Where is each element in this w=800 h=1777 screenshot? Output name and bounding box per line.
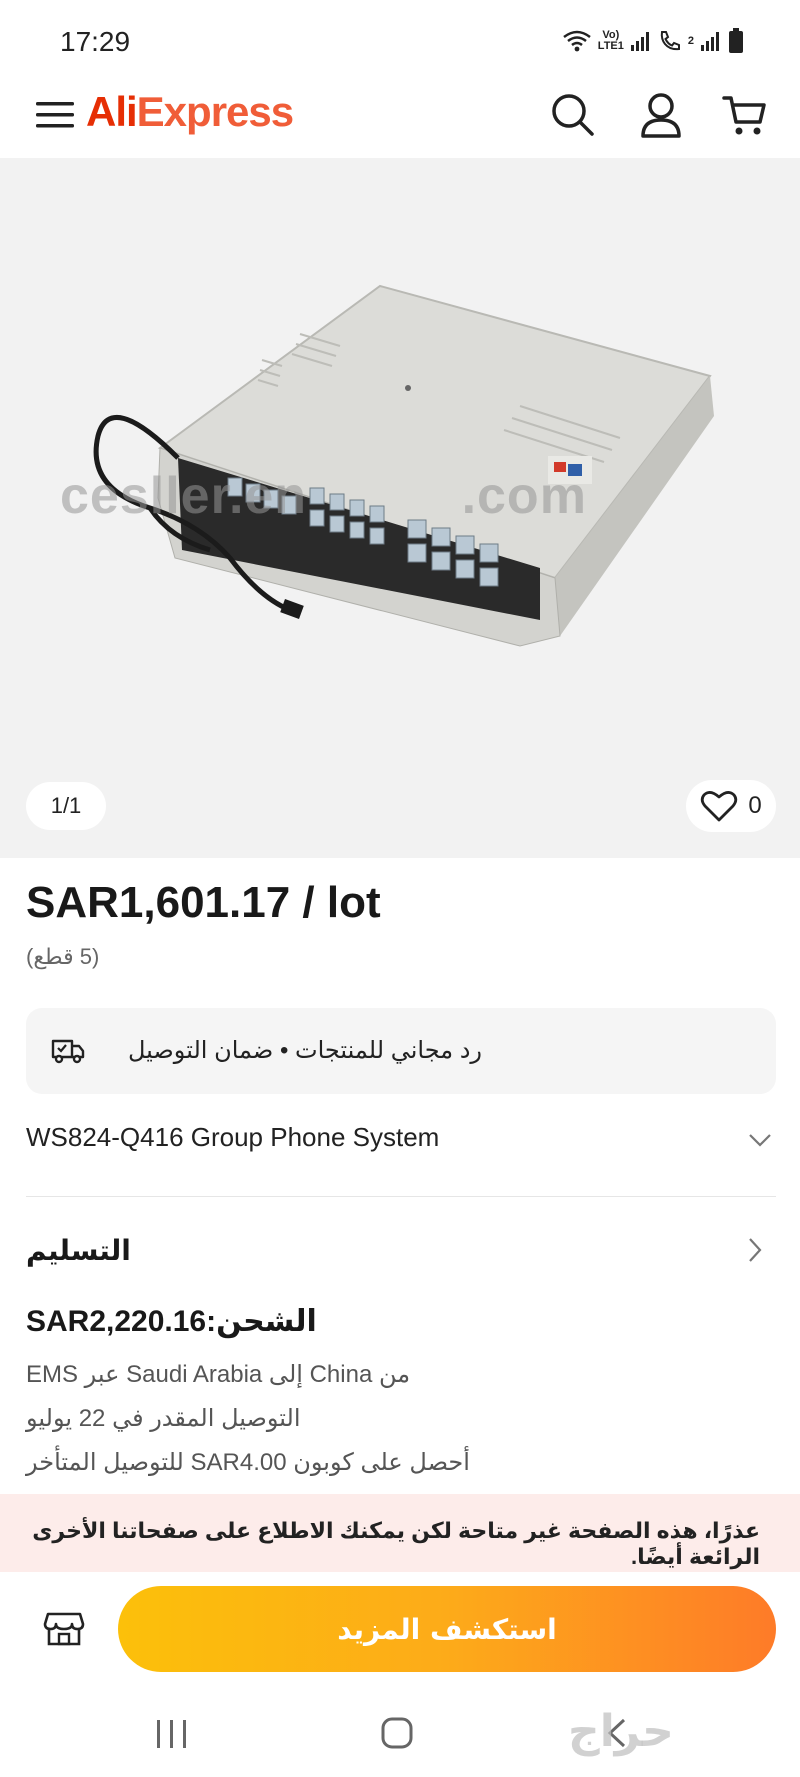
status-time: 17:29	[60, 26, 131, 57]
section-divider	[26, 1196, 776, 1197]
guarantee-text: رد مجاني للمنتجات • ضمان التوصيل	[128, 1037, 482, 1064]
store-icon[interactable]	[42, 1606, 86, 1650]
wishlist-button[interactable]: 0	[686, 780, 776, 832]
wifi-icon	[563, 30, 591, 52]
shipping-cost: الشحن:SAR2,220.16	[26, 1305, 317, 1338]
notice-text: عذرًا، هذه الصفحة غير متاحة لكن يمكنك ال…	[32, 1518, 760, 1569]
delivery-title: التسليم	[26, 1235, 131, 1266]
truck-icon	[51, 1039, 85, 1064]
haraj-watermark: حراج	[568, 1707, 674, 1756]
signal-2-icon	[701, 32, 719, 51]
search-icon[interactable]	[548, 90, 598, 140]
guarantee-banner[interactable]: رد مجاني للمنتجات • ضمان التوصيل	[26, 1008, 776, 1094]
account-icon[interactable]	[636, 90, 686, 140]
late-delivery-coupon: أحصل على كوبون SAR4.00 للتوصيل المتأخر	[26, 1449, 470, 1476]
variant-selector[interactable]: WS824-Q416 Group Phone System	[26, 1122, 776, 1174]
image-watermark: cesller.en .com	[60, 466, 587, 526]
product-price: SAR1,601.17 / lot	[26, 878, 381, 927]
variant-name: WS824-Q416 Group Phone System	[26, 1122, 440, 1152]
watermark-main: cesller.en	[60, 467, 308, 525]
chevron-down-icon	[749, 1134, 771, 1147]
system-nav-bar: حراج	[0, 1690, 800, 1777]
lot-quantity: (5 قطع)	[26, 944, 100, 969]
aliexpress-logo[interactable]: AliExpress	[86, 88, 294, 136]
chevron-right-icon[interactable]	[746, 1236, 764, 1264]
recents-icon[interactable]	[154, 1718, 190, 1750]
wishlist-count: 0	[748, 792, 762, 819]
call-icon	[660, 31, 680, 51]
cart-icon[interactable]	[720, 90, 770, 140]
image-counter: 1/1	[26, 782, 106, 830]
logo-ali: Ali	[86, 88, 138, 135]
app-header: AliExpress	[0, 80, 800, 158]
volte-bottom: LTE1	[597, 40, 624, 52]
sim2-label: 2	[687, 34, 694, 47]
product-gallery[interactable]: cesller.en .com 1/1 0	[0, 158, 800, 858]
shipping-route: من China إلى Saudi Arabia عبر EMS	[26, 1361, 411, 1388]
status-icons: Vo) LTE1 2	[562, 28, 744, 54]
logo-express: Express	[136, 88, 294, 135]
watermark-tail: .com	[461, 467, 587, 525]
estimated-delivery: التوصيل المقدر في 22 يوليو	[26, 1405, 301, 1432]
heart-icon	[701, 791, 738, 822]
status-bar: 17:29 Vo) LTE1 2	[0, 0, 800, 80]
signal-icon	[630, 32, 649, 51]
volte-indicator: Vo) LTE1	[598, 30, 624, 52]
home-icon[interactable]	[380, 1716, 414, 1750]
battery-icon	[729, 28, 743, 53]
menu-icon[interactable]	[34, 94, 76, 136]
unavailable-notice: عذرًا، هذه الصفحة غير متاحة لكن يمكنك ال…	[0, 1494, 800, 1572]
explore-more-button[interactable]: استكشف المزيد	[118, 1586, 776, 1672]
